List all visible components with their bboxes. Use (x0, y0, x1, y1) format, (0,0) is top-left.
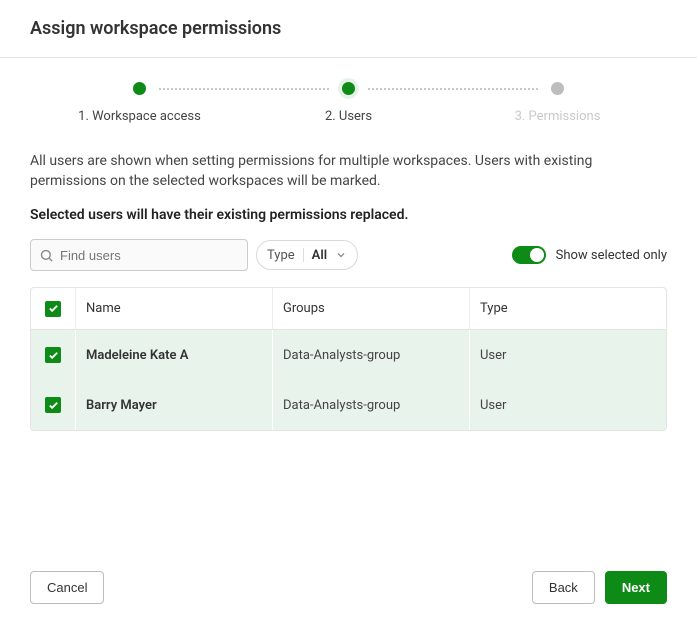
row-name: Barry Mayer (75, 380, 272, 430)
step-2-dot (342, 82, 355, 95)
back-button[interactable]: Back (532, 571, 595, 604)
search-icon (39, 248, 54, 263)
row-checkbox[interactable] (45, 397, 61, 413)
step-3-label: 3. Permissions (515, 109, 601, 124)
warning-text: Selected users will have their existing … (30, 207, 667, 223)
check-icon (48, 303, 59, 314)
description-text: All users are shown when setting permiss… (30, 152, 667, 191)
row-checkbox[interactable] (45, 347, 61, 363)
table-row[interactable]: Barry Mayer Data-Analysts-group User (31, 380, 666, 430)
step-2-label: 2. Users (325, 109, 372, 124)
step-connector (368, 88, 538, 90)
modal-footer: Cancel Back Next (0, 561, 697, 634)
show-selected-toggle-wrap: Show selected only (512, 246, 667, 264)
toggle-knob (530, 248, 544, 262)
step-1-dot (133, 82, 146, 95)
separator (303, 248, 304, 262)
type-filter[interactable]: Type All (256, 240, 358, 270)
row-name: Madeleine Kate A (75, 330, 272, 380)
step-1-label: 1. Workspace access (78, 109, 201, 124)
row-type: User (469, 380, 666, 430)
search-input[interactable] (60, 248, 239, 263)
toggle-label: Show selected only (556, 248, 667, 263)
type-filter-label: Type (267, 248, 295, 263)
col-groups[interactable]: Groups (272, 288, 469, 329)
filter-row: Type All Show selected only (30, 239, 667, 271)
check-icon (48, 350, 59, 361)
row-type: User (469, 330, 666, 380)
step-3-dot (551, 82, 564, 95)
chevron-down-icon (335, 249, 347, 261)
table-row[interactable]: Madeleine Kate A Data-Analysts-group Use… (31, 330, 666, 380)
search-box[interactable] (30, 239, 248, 271)
select-all-cell (31, 288, 75, 329)
stepper: 1. Workspace access 2. Users 3. Permissi… (30, 82, 667, 124)
show-selected-toggle[interactable] (512, 246, 546, 264)
step-connector (159, 88, 329, 90)
row-groups: Data-Analysts-group (272, 330, 469, 380)
check-icon (48, 400, 59, 411)
type-filter-value: All (312, 248, 327, 263)
next-button[interactable]: Next (605, 571, 667, 604)
modal-body: 1. Workspace access 2. Users 3. Permissi… (0, 58, 697, 561)
page-title: Assign workspace permissions (30, 18, 667, 39)
col-name[interactable]: Name (75, 288, 272, 329)
select-all-checkbox[interactable] (45, 301, 61, 317)
modal-header: Assign workspace permissions (0, 0, 697, 58)
col-type[interactable]: Type (469, 288, 666, 329)
table-header-row: Name Groups Type (31, 288, 666, 330)
users-table: Name Groups Type Madeleine Kate A Data-A… (30, 287, 667, 431)
cancel-button[interactable]: Cancel (30, 571, 104, 604)
row-groups: Data-Analysts-group (272, 380, 469, 430)
